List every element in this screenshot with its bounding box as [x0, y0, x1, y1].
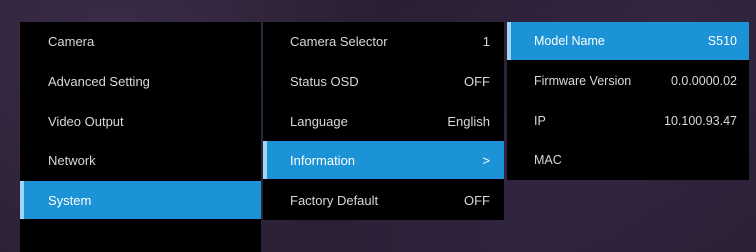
submenu-item-value: OFF	[464, 73, 490, 89]
submenu-item-information[interactable]: Information >	[263, 141, 504, 179]
submenu-item-label: Language	[290, 113, 348, 129]
info-item-label: Firmware Version	[534, 74, 632, 88]
info-item-value: 0.0.0000.02	[670, 74, 737, 88]
submenu-item-camera-selector[interactable]: Camera Selector 1	[263, 22, 504, 60]
submenu-item-label: Camera Selector	[290, 33, 388, 49]
menu-item-network[interactable]: Network	[20, 141, 261, 179]
info-item-ip[interactable]: IP 10.100.93.47	[507, 102, 749, 140]
menu-item-video-output[interactable]: Video Output	[20, 102, 261, 140]
submenu-item-language[interactable]: Language English	[263, 102, 504, 140]
submenu-item-label: Information	[290, 152, 356, 168]
info-item-value: 10.100.93.47	[664, 114, 737, 128]
info-item-label: MAC	[534, 153, 562, 167]
system-submenu-panel: Camera Selector 1 Status OSD OFF Languag…	[263, 22, 504, 220]
menu-item-label: Advanced Setting	[48, 73, 150, 89]
submenu-item-label: Status OSD	[290, 73, 359, 89]
menu-item-label: Network	[48, 152, 96, 168]
submenu-item-value: English	[447, 113, 490, 129]
submenu-item-label: Factory Default	[290, 192, 379, 208]
main-menu-panel: Camera Advanced Setting Video Output Net…	[20, 22, 261, 252]
chevron-right-icon: >	[482, 152, 490, 168]
menu-item-label: System	[48, 192, 92, 208]
submenu-item-factory-default[interactable]: Factory Default OFF	[263, 181, 504, 219]
menu-item-label: Camera	[48, 33, 95, 49]
info-item-value: S510	[707, 34, 737, 48]
submenu-item-status-osd[interactable]: Status OSD OFF	[263, 62, 504, 100]
info-item-firmware-version[interactable]: Firmware Version 0.0.0000.02	[507, 62, 749, 100]
submenu-item-value: OFF	[464, 192, 490, 208]
info-item-mac[interactable]: MAC	[507, 141, 749, 179]
menu-item-advanced-setting[interactable]: Advanced Setting	[20, 62, 261, 100]
menu-item-system[interactable]: System	[20, 181, 261, 219]
info-item-label: IP	[534, 114, 546, 128]
information-panel: Model Name S510 Firmware Version 0.0.000…	[507, 22, 749, 180]
info-item-model-name[interactable]: Model Name S510	[507, 22, 749, 60]
info-item-label: Model Name	[534, 34, 605, 48]
submenu-item-value: 1	[482, 33, 490, 49]
menu-item-label: Video Output	[48, 113, 124, 129]
menu-item-camera[interactable]: Camera	[20, 22, 261, 60]
